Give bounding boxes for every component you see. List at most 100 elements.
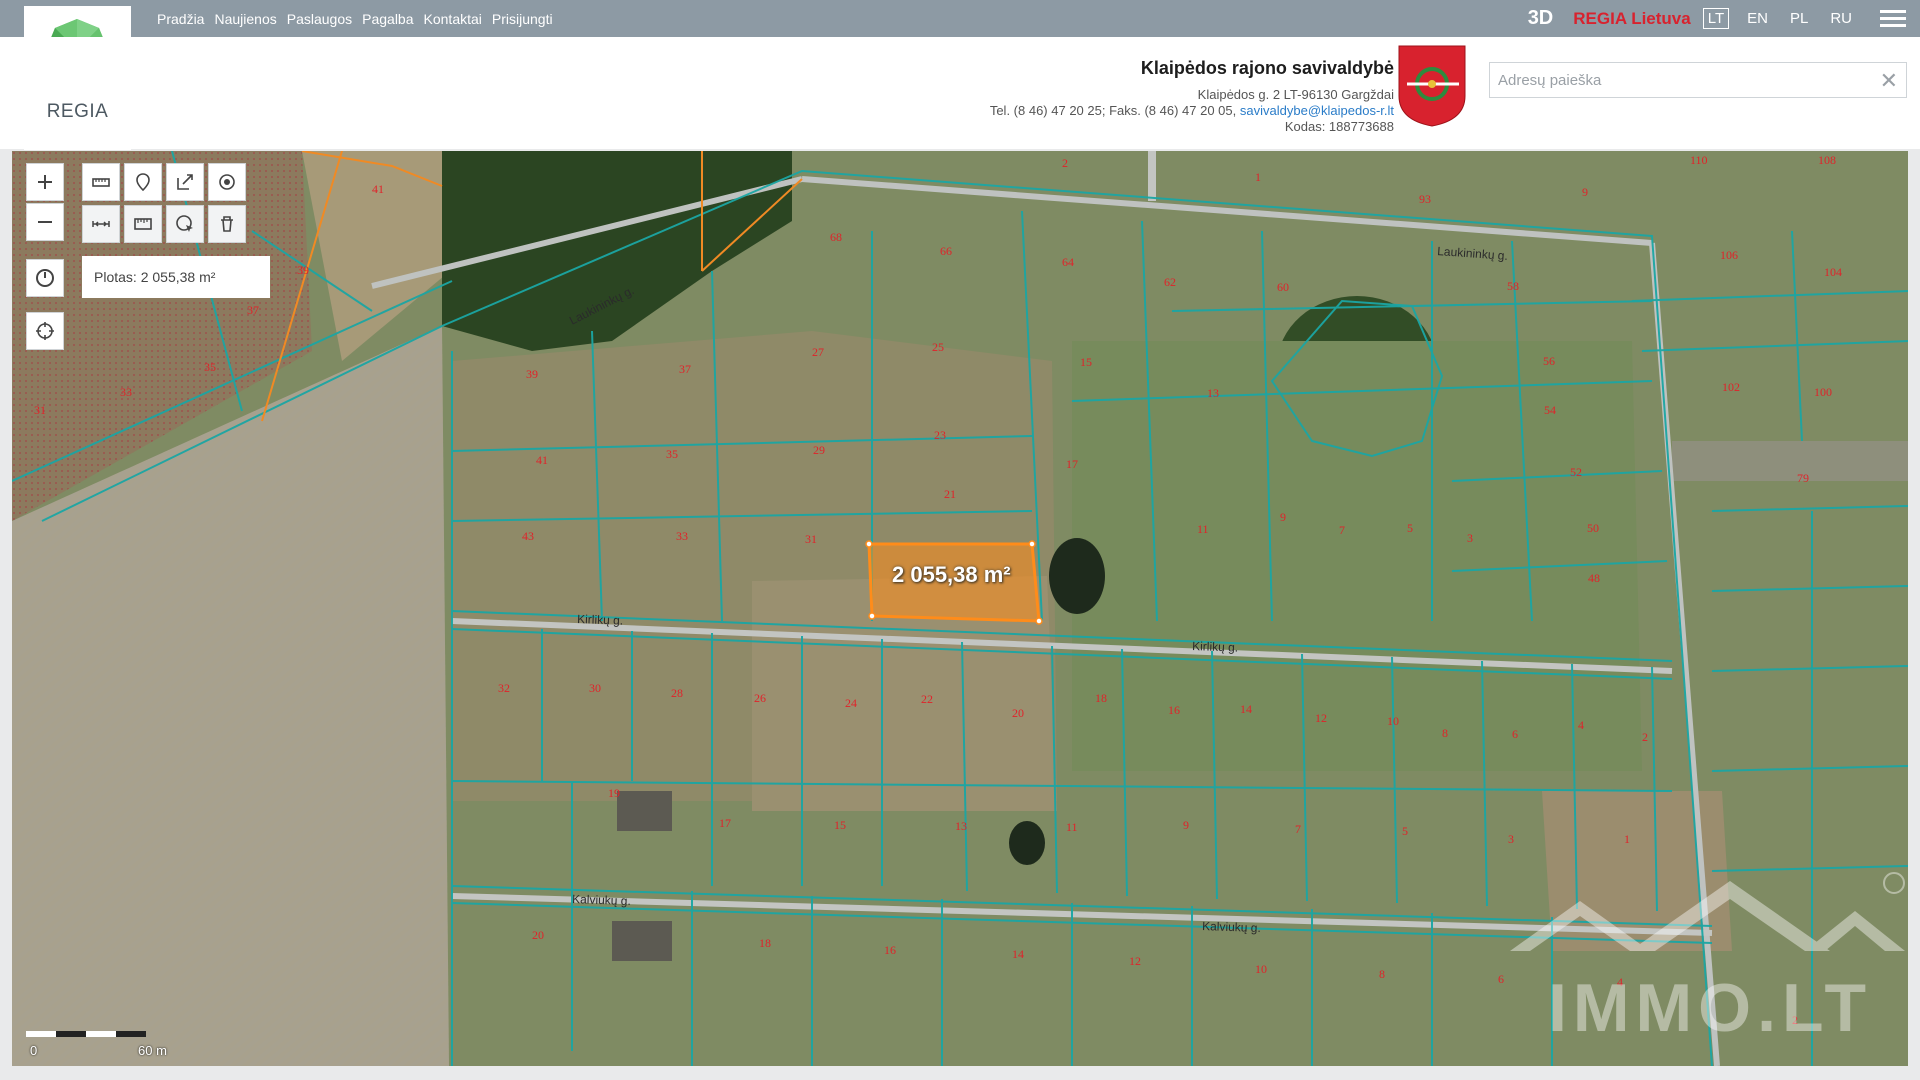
zoom-out-button[interactable] xyxy=(26,203,64,241)
municipality-code: Kodas: 188773688 xyxy=(1284,119,1394,134)
parcel-number-81: 6 xyxy=(1498,972,1504,986)
parcel-number-50: 28 xyxy=(671,686,683,700)
parcel-number-33: 17 xyxy=(1066,457,1078,471)
parcel-number-3: 35 xyxy=(204,360,216,374)
lang-lt[interactable]: LT xyxy=(1702,8,1730,29)
parcel-number-38: 31 xyxy=(805,532,817,546)
parcel-number-26: 100 xyxy=(1814,385,1832,399)
clear-search-icon[interactable]: ✕ xyxy=(1880,68,1898,94)
parcel-number-66: 15 xyxy=(834,818,846,832)
area-tooltip: Plotas: 2 055,38 m² xyxy=(82,256,270,298)
street-label-3: Kirlikų g. xyxy=(1192,639,1238,655)
parcel-number-36: 43 xyxy=(522,529,534,543)
municipality-info: Klaipėdos rajono savivaldybė Klaipėdos g… xyxy=(990,58,1394,135)
coat-of-arms-icon xyxy=(1398,45,1466,127)
nav-paslaugos[interactable]: Paslaugos xyxy=(287,11,352,27)
parcel-number-69: 9 xyxy=(1183,818,1189,832)
immo-watermark: IMMO.LT xyxy=(1510,872,1905,1046)
map-pin-icon xyxy=(136,173,150,192)
parcel-number-24: 56 xyxy=(1543,354,1555,368)
parcel-number-68: 11 xyxy=(1066,820,1078,834)
ruler-icon xyxy=(92,178,110,187)
parcel-number-65: 17 xyxy=(719,816,731,830)
parcel-number-53: 22 xyxy=(921,692,933,706)
parcel-number-80: 8 xyxy=(1379,967,1385,981)
lang-ru[interactable]: RU xyxy=(1826,10,1856,27)
zoom-in-button[interactable] xyxy=(26,163,64,201)
marker-tool[interactable] xyxy=(124,163,162,201)
lang-en[interactable]: EN xyxy=(1743,10,1772,27)
measure-area-tool[interactable] xyxy=(124,205,162,243)
3d-button[interactable]: 3D xyxy=(1528,7,1554,30)
trash-icon xyxy=(221,216,233,232)
municipality-contacts: Tel. (8 46) 47 20 25; Faks. (8 46) 47 20… xyxy=(990,103,1394,119)
nav-kontaktai[interactable]: Kontaktai xyxy=(424,11,482,27)
parcel-number-74: 20 xyxy=(532,928,544,942)
footer-strip xyxy=(0,1066,1920,1080)
logo-tab-extension xyxy=(24,120,131,150)
parcel-number-32: 23 xyxy=(934,428,946,442)
address-search: ✕ xyxy=(1489,62,1907,98)
parcel-number-41: 9 xyxy=(1280,510,1286,524)
parcel-number-18: 106 xyxy=(1720,248,1738,262)
parcel-number-55: 18 xyxy=(1095,691,1107,705)
parcel-number-4: 33 xyxy=(120,385,132,399)
parcel-number-43: 5 xyxy=(1407,521,1413,535)
parcel-number-15: 62 xyxy=(1164,275,1176,289)
municipality-name: Klaipėdos rajono savivaldybė xyxy=(1140,58,1394,78)
parcel-number-25: 102 xyxy=(1722,380,1740,394)
parcel-number-0: 41 xyxy=(372,182,384,196)
parcel-number-10: 9 xyxy=(1582,185,1588,199)
parcel-number-5: 31 xyxy=(34,403,46,417)
parcel-number-46: 48 xyxy=(1588,571,1600,585)
scale-bar xyxy=(26,1031,146,1037)
address-search-input[interactable] xyxy=(1490,63,1886,97)
share-icon xyxy=(177,174,193,190)
parcel-number-71: 5 xyxy=(1402,824,1408,838)
parcel-number-30: 35 xyxy=(666,447,678,461)
parcel-number-29: 41 xyxy=(536,453,548,467)
parcel-number-37: 33 xyxy=(676,529,688,543)
parcel-number-34: 54 xyxy=(1544,403,1556,417)
parcel-number-19: 104 xyxy=(1824,265,1842,279)
parcel-number-2: 37 xyxy=(247,303,259,317)
share-tool[interactable] xyxy=(166,163,204,201)
delete-tool[interactable] xyxy=(208,205,246,243)
measurement-label: 2 055,38 m² xyxy=(892,562,1011,587)
parcel-number-13: 66 xyxy=(940,244,952,258)
parcel-number-51: 26 xyxy=(754,691,766,705)
municipality-email[interactable]: savivaldybe@klaipedos-r.lt xyxy=(1240,103,1394,118)
parcel-number-16: 60 xyxy=(1277,280,1289,294)
lang-pl[interactable]: PL xyxy=(1786,10,1812,27)
map-view[interactable]: 41 39 37 35 33 31 2 1 93 110 9 108 68 66 64 62 60 58 106 10… xyxy=(12,151,1908,1066)
parcel-number-20: 27 xyxy=(812,345,824,359)
parcel-number-21: 25 xyxy=(932,340,944,354)
distance-icon xyxy=(92,221,110,227)
parcel-number-76: 16 xyxy=(884,943,896,957)
parcel-number-49: 30 xyxy=(589,681,601,695)
globe-cursor-icon xyxy=(176,215,193,232)
parcel-number-63: 2 xyxy=(1642,730,1648,744)
history-button[interactable] xyxy=(26,259,64,297)
parcel-number-31: 29 xyxy=(813,443,825,457)
crosshair-icon xyxy=(36,322,54,340)
menu-icon[interactable] xyxy=(1880,10,1906,27)
measure-distance-tool[interactable] xyxy=(82,205,120,243)
select-tool[interactable] xyxy=(166,205,204,243)
nav-prisijungti[interactable]: Prisijungti xyxy=(492,11,553,27)
parcel-number-12: 68 xyxy=(830,230,842,244)
street-label-5: Kalviukų g. xyxy=(1202,919,1261,935)
street-label-2: Kirlikų g. xyxy=(577,612,623,628)
nav-pagalba[interactable]: Pagalba xyxy=(362,11,413,27)
nav-pradzia[interactable]: Pradžia xyxy=(157,11,204,27)
parcel-number-17: 58 xyxy=(1507,279,1519,293)
parcel-number-64: 19 xyxy=(608,786,620,800)
parcel-number-78: 12 xyxy=(1129,954,1141,968)
point-tool[interactable] xyxy=(208,163,246,201)
nav-naujienos[interactable]: Naujienos xyxy=(214,11,276,27)
parcel-number-52: 24 xyxy=(845,696,857,710)
ruler-tool[interactable] xyxy=(82,163,120,201)
top-right-controls: 3D REGIA Lietuva LT EN PL RU xyxy=(1528,0,1920,37)
regia-lietuva-link[interactable]: REGIA Lietuva xyxy=(1573,9,1690,29)
locate-button[interactable] xyxy=(26,312,64,350)
